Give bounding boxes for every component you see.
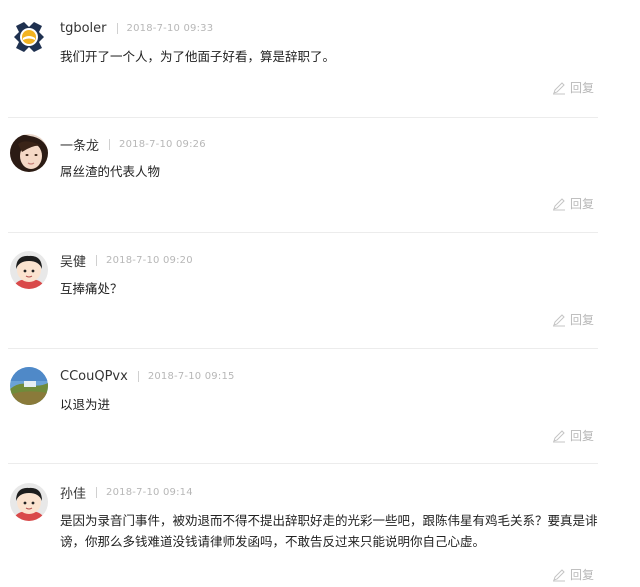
pencil-icon xyxy=(553,429,565,442)
divider xyxy=(8,348,598,349)
meta-separator xyxy=(109,138,111,150)
comment-text: 以退为进 xyxy=(60,397,111,412)
pencil-icon xyxy=(553,81,565,94)
reply-button[interactable]: 回复 xyxy=(552,566,594,583)
reply-label: 回复 xyxy=(570,429,595,443)
comment-time: 2018-7-10 09:26 xyxy=(119,138,206,150)
user-name[interactable]: CCouQPvx xyxy=(60,369,128,384)
landscape-avatar-icon xyxy=(10,367,48,405)
comment-text: 屌丝渣的代表人物 xyxy=(60,164,161,179)
divider xyxy=(8,463,598,464)
comment-text: 互捧痛处？ xyxy=(60,281,123,296)
cartoon-avatar-icon xyxy=(10,251,48,289)
divider xyxy=(8,117,598,118)
reply-label: 回复 xyxy=(570,81,595,95)
reply-button[interactable]: 回复 xyxy=(552,79,594,96)
reply-button[interactable]: 回复 xyxy=(552,311,594,328)
user-name[interactable]: tgboler xyxy=(60,21,107,36)
comment-time: 2018-7-10 09:20 xyxy=(106,254,193,266)
comment-text: 我们开了一个人，为了他面子好看，算是辞职了。 xyxy=(60,49,336,64)
divider xyxy=(8,232,598,233)
user-avatar[interactable] xyxy=(10,483,48,521)
meta-separator xyxy=(137,370,139,382)
user-avatar[interactable] xyxy=(10,367,48,405)
pencil-icon xyxy=(553,568,565,581)
reply-button[interactable]: 回复 xyxy=(552,427,594,444)
logo-avatar-icon xyxy=(10,18,48,56)
meta-separator xyxy=(96,254,98,266)
user-avatar[interactable] xyxy=(10,251,48,289)
pencil-icon xyxy=(553,197,565,210)
pencil-icon xyxy=(553,313,565,326)
user-avatar[interactable] xyxy=(10,18,48,56)
reply-button[interactable]: 回复 xyxy=(552,195,594,212)
comment-time: 2018-7-10 09:15 xyxy=(147,370,235,382)
comment-list: tgboler 2018-7-10 09:33 我们开了一个人，为了他面子好看，… xyxy=(0,0,640,587)
reply-label: 回复 xyxy=(570,197,595,211)
comment-time: 2018-7-10 09:14 xyxy=(106,486,193,498)
user-name[interactable]: 一条龙 xyxy=(60,135,99,154)
comment-text: 是因为录音门事件，被劝退而不得不提出辞职好走的光彩一些吧，跟陈伟星有鸡毛关系？要… xyxy=(60,513,598,549)
reply-label: 回复 xyxy=(570,568,595,582)
user-name[interactable]: 吴健 xyxy=(60,251,86,270)
meta-separator xyxy=(96,486,98,498)
reply-label: 回复 xyxy=(570,313,595,327)
user-avatar[interactable] xyxy=(10,134,48,172)
woman-photo-avatar-icon xyxy=(10,134,48,172)
comment-time: 2018-7-10 09:33 xyxy=(126,22,214,34)
cartoon-avatar-icon xyxy=(10,483,48,521)
meta-separator xyxy=(116,22,118,34)
user-name[interactable]: 孙佳 xyxy=(60,483,86,502)
